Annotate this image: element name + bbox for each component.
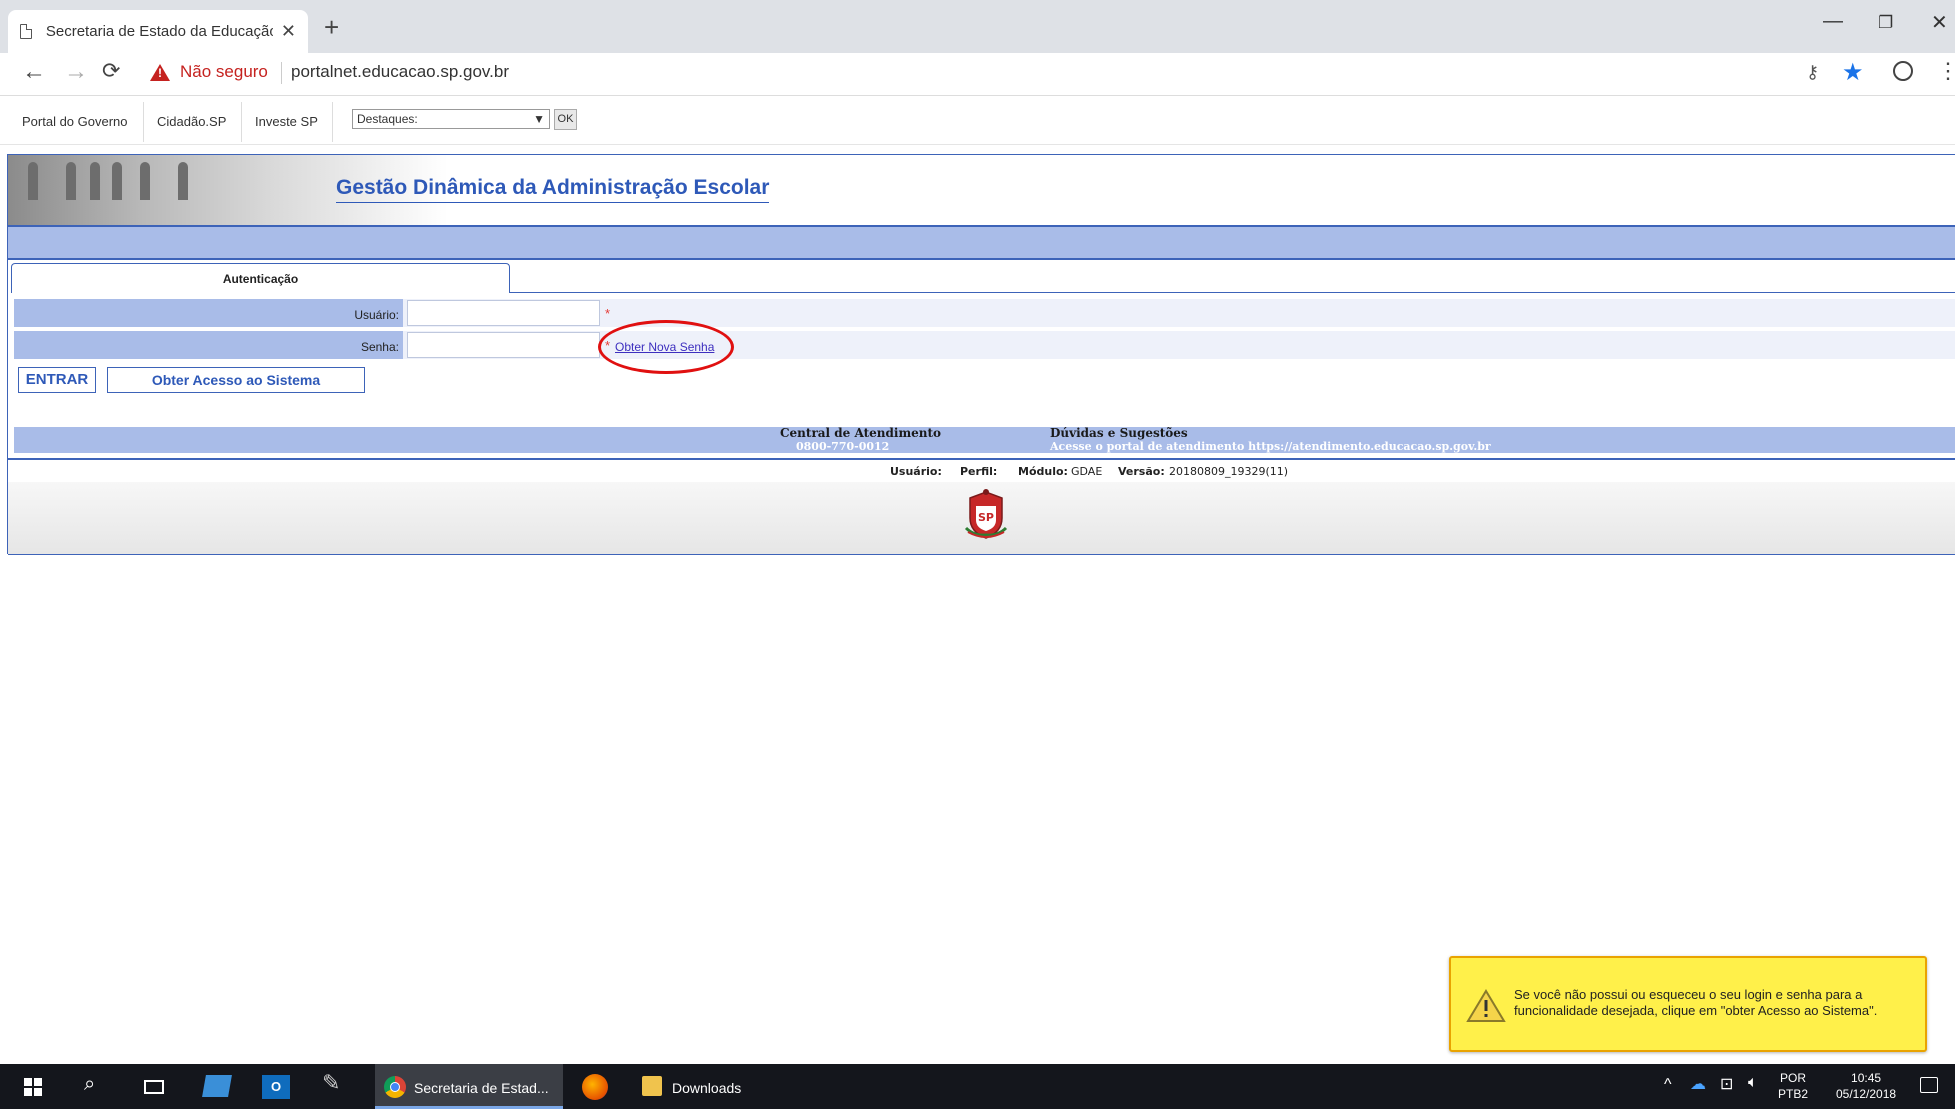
minimize-icon[interactable]: — (1823, 10, 1843, 33)
language-bottom: PTB2 (1778, 1087, 1809, 1101)
gov-separator (241, 102, 242, 142)
gov-separator (143, 102, 144, 142)
central-atendimento-title: Central de Atendimento (780, 426, 942, 440)
building-column (140, 162, 150, 200)
footer-line (8, 458, 1955, 460)
new-tab-button[interactable]: + (324, 12, 339, 43)
windows-taskbar (0, 1064, 1955, 1109)
notification-text: Se você não possui ou esqueceu o seu log… (1514, 987, 1878, 1018)
blue-band (8, 227, 1955, 260)
task-view-icon[interactable] (144, 1080, 164, 1094)
account-icon[interactable] (1893, 61, 1913, 81)
tab-underline (510, 292, 1955, 293)
clock-date: 05/12/2018 (1836, 1087, 1897, 1101)
building-column (90, 162, 100, 200)
page-icon (20, 24, 32, 39)
volume-icon[interactable]: 🔈︎ (1748, 1074, 1758, 1092)
svg-text:SP: SP (978, 511, 994, 524)
obter-acesso-button[interactable]: Obter Acesso ao Sistema (107, 367, 365, 393)
search-icon[interactable]: ⌕ (84, 1073, 95, 1096)
address-url[interactable]: portalnet.educacao.sp.gov.br (291, 62, 509, 82)
link-portal-governo[interactable]: Portal do Governo (22, 114, 128, 129)
tab-close-icon[interactable]: ✕ (281, 21, 296, 42)
taskbar-chrome-label: Secretaria de Estad... (414, 1080, 549, 1096)
senha-label: Senha: (360, 340, 399, 354)
address-separator (281, 62, 282, 84)
destaques-select[interactable]: Destaques: ▼ (352, 109, 550, 129)
clock-time: 10:45 (1851, 1071, 1882, 1085)
building-column (178, 162, 188, 200)
tab-autenticacao[interactable]: Autenticação (11, 263, 510, 293)
senha-input[interactable] (407, 332, 600, 358)
link-investe-sp[interactable]: Investe SP (255, 114, 318, 129)
duvidas-text[interactable]: Acesse o portal de atendimento https://a… (1050, 440, 1491, 453)
taskbar-downloads-label[interactable]: Downloads (672, 1080, 741, 1096)
forward-arrow-icon[interactable]: → (64, 58, 88, 86)
building-column (66, 162, 76, 200)
ok-button[interactable]: OK (554, 109, 577, 130)
red-highlight-circle (598, 320, 734, 374)
window-close-icon[interactable]: ✕ (1931, 10, 1948, 35)
info-perfil-label: Perfil: (960, 465, 998, 478)
building-column (28, 162, 38, 200)
building-column (112, 162, 122, 200)
usuario-label: Usuário: (354, 308, 399, 322)
key-icon[interactable]: ⚷ (1806, 62, 1819, 83)
warning-icon (1466, 989, 1506, 1022)
back-arrow-icon[interactable]: ← (22, 58, 46, 86)
central-atendimento-phone: 0800-770-0012 (796, 440, 890, 453)
security-warning[interactable]: ! Não seguro (150, 62, 268, 82)
duvidas-title: Dúvidas e Sugestões (1050, 426, 1188, 440)
info-modulo-value: GDAE (1071, 465, 1103, 478)
firefox-icon[interactable] (582, 1074, 608, 1100)
link-cidadao-sp[interactable]: Cidadão.SP (157, 114, 226, 129)
language-top: POR (1780, 1071, 1807, 1085)
gov-separator (332, 102, 333, 142)
tab-title: Secretaria de Estado da Educação (45, 23, 273, 40)
info-versao-value: 20180809_19329(11) (1169, 465, 1289, 478)
outlook-icon[interactable]: O (262, 1075, 290, 1099)
dropdown-arrow-icon: ▼ (533, 112, 545, 126)
app-title: Gestão Dinâmica da Administração Escolar (336, 176, 770, 203)
network-icon[interactable]: ⊡ (1720, 1074, 1733, 1094)
info-versao-label: Versão: (1118, 465, 1165, 478)
entrar-button[interactable]: ENTRAR (18, 367, 96, 393)
clock[interactable]: 10:45 05/12/2018 (1836, 1070, 1896, 1102)
onedrive-icon[interactable]: ☁ (1690, 1074, 1706, 1094)
browser-tab[interactable]: Secretaria de Estado da Educação ✕ (8, 10, 308, 53)
printer-app-icon[interactable]: ✎ (322, 1070, 340, 1096)
sp-state-seal-icon: SP (964, 489, 1008, 539)
footer-bar (14, 427, 1955, 453)
warning-triangle-icon: ! (150, 63, 170, 81)
required-mark: * (605, 306, 611, 321)
info-modulo-label: Módulo: (1018, 465, 1068, 478)
folder-icon[interactable] (642, 1076, 662, 1096)
restore-icon[interactable]: ❐ (1878, 13, 1893, 33)
language-indicator[interactable]: POR PTB2 (1778, 1070, 1808, 1102)
reload-icon[interactable]: ⟳ (102, 58, 120, 84)
tray-chevron-icon[interactable]: ^ (1664, 1076, 1672, 1094)
security-text: Não seguro (180, 62, 268, 81)
info-usuario-label: Usuário: (890, 465, 942, 478)
kebab-menu-icon[interactable]: ⋮ (1937, 58, 1955, 84)
usuario-input[interactable] (407, 300, 600, 326)
chrome-icon (384, 1076, 406, 1098)
notifications-icon[interactable] (1920, 1077, 1938, 1093)
bookmark-star-icon[interactable]: ★ (1842, 58, 1864, 87)
remote-desktop-icon[interactable] (202, 1075, 232, 1097)
windows-start-icon[interactable] (24, 1078, 42, 1096)
destaques-value: Destaques: (357, 112, 418, 126)
